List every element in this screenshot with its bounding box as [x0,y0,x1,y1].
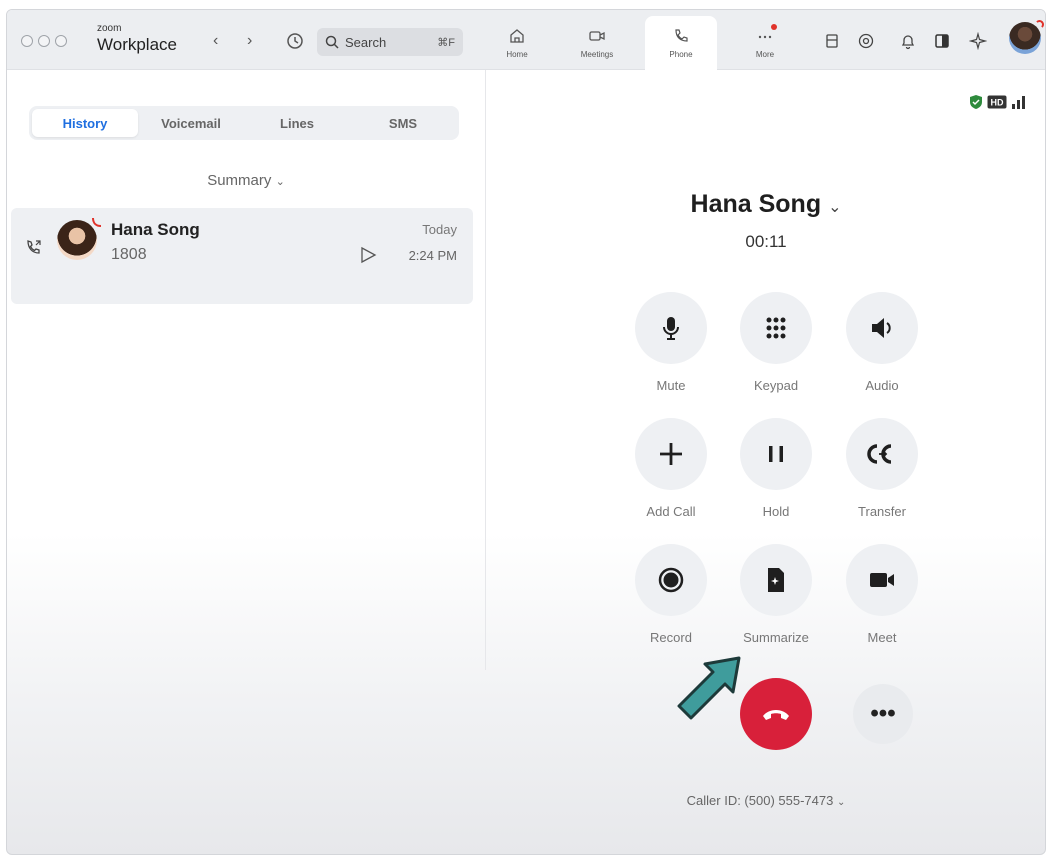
search-placeholder: Search [345,34,387,50]
keypad-icon [766,317,786,339]
record-icon [658,567,684,593]
shield-check-icon [970,95,982,109]
nav-tab-home[interactable]: Home [481,16,553,70]
call-date: Today [422,222,457,237]
audio-button[interactable]: Audio [837,292,927,393]
brand-small-text: zoom [97,23,122,34]
nav-tab-phone[interactable]: Phone [645,16,717,70]
pointer-arrow-icon [677,656,741,720]
tab-lines[interactable]: Lines [244,109,350,137]
status-ring-icon [1035,20,1044,29]
call-status-icons: HD [969,94,1027,110]
outgoing-call-icon [27,240,41,254]
control-label: Meet [867,630,897,645]
pause-icon [769,446,783,462]
signal-icon [1012,96,1025,109]
play-icon[interactable] [359,246,377,264]
record-button[interactable]: Record [626,544,716,645]
tab-history[interactable]: History [32,109,138,137]
plus-icon [660,443,682,465]
control-label: Add Call [646,504,696,519]
tab-voicemail[interactable]: Voicemail [138,109,244,137]
speaker-icon [872,318,891,338]
help-icon[interactable] [857,32,875,50]
control-label: Keypad [753,378,799,393]
chevron-down-icon: ⌄ [275,176,285,188]
missed-call-icon [92,217,102,227]
hold-button[interactable]: Hold [731,418,821,519]
caller-id-dropdown[interactable]: Caller ID: (500) 555-7473 ⌄ [485,793,1045,808]
zoom-window-button[interactable] [55,35,67,47]
nav-tab-label: Meetings [580,50,614,59]
summarize-button[interactable]: Summarize [731,544,821,645]
nav-tab-more[interactable]: More [729,16,801,70]
window-controls [21,35,67,47]
inbox-icon[interactable] [823,32,841,50]
more-icon [758,35,772,39]
keypad-button[interactable]: Keypad [731,292,821,393]
chevron-down-icon: ⌄ [836,797,846,808]
user-avatar[interactable] [1009,20,1044,54]
search-shortcut: ⌘F [437,36,455,49]
history-icon[interactable] [285,31,305,51]
call-timer: 00:11 [745,232,787,251]
search-input[interactable]: Search ⌘F [317,28,463,56]
video-camera-icon [870,573,894,587]
mute-button[interactable]: Mute [626,292,716,393]
tab-sms[interactable]: SMS [350,109,456,137]
svg-text:HD: HD [991,98,1004,108]
filter-dropdown[interactable]: Summary ⌄ [7,172,485,189]
bell-icon[interactable] [899,32,917,50]
title-bar: zoom Workplace ‹ › Search ⌘F Home Meetin… [7,10,1045,70]
transfer-button[interactable]: Transfer [837,418,927,519]
phone-sidebar: History Voicemail Lines SMS Summary ⌄ Ha… [7,70,485,854]
minimize-window-button[interactable] [38,35,50,47]
more-options-button[interactable]: ••• [853,684,913,744]
app-window: zoom Workplace ‹ › Search ⌘F Home Meetin… [6,9,1046,855]
home-icon [510,29,524,43]
hang-up-icon [763,710,789,720]
panel-icon[interactable] [933,32,951,50]
caller-id-text: Caller ID: (500) 555-7473 [686,793,834,808]
video-icon [589,31,605,41]
caller-name-dropdown[interactable]: Hana Song ⌄ [485,190,1045,219]
microphone-icon [663,317,679,340]
forward-arrow-icon[interactable]: › [247,32,252,50]
meet-button[interactable]: Meet [837,544,927,645]
panel-divider [485,70,486,670]
back-arrow-icon[interactable]: ‹ [213,32,218,50]
control-label: Transfer [858,504,906,519]
contact-name: Hana Song [111,220,200,239]
nav-tab-meetings[interactable]: Meetings [561,16,633,70]
phone-icon [675,29,688,42]
app-logo: zoom Workplace [97,24,177,54]
chevron-down-icon: ⌄ [828,199,842,216]
control-label: Mute [656,378,686,393]
summarize-icon [768,568,784,592]
nav-tab-label: Phone [669,50,693,59]
hd-icon: HD [987,95,1007,109]
control-label: Audio [865,378,899,393]
nav-tab-label: Home [506,50,528,59]
control-label: Summarize [743,630,809,645]
sparkle-icon[interactable] [969,32,987,50]
call-time: 2:24 PM [408,248,457,263]
notification-dot [771,24,777,30]
brand-title: Workplace [97,35,177,54]
contact-extension: 1808 [111,246,147,263]
end-call-button[interactable] [740,678,812,750]
add-call-button[interactable]: Add Call [626,418,716,519]
caller-name: Hana Song [690,190,822,218]
transfer-icon [867,444,892,464]
phone-tabs: History Voicemail Lines SMS [29,106,459,140]
filter-label: Summary [207,172,272,189]
control-label: Hold [762,504,790,519]
control-label: Record [650,630,692,645]
close-window-button[interactable] [21,35,33,47]
nav-tab-label: More [755,50,775,59]
call-history-row[interactable]: Hana Song 1808 Today 2:24 PM [11,208,473,304]
search-icon [325,35,339,49]
